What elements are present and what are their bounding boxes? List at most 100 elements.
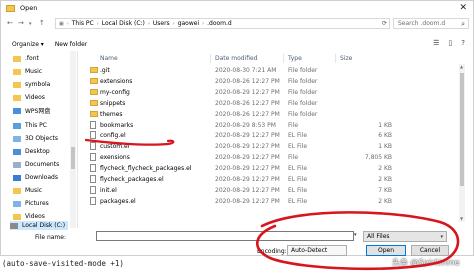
file-name: snippets xyxy=(100,99,126,107)
nav-item[interactable]: 3D Objects xyxy=(13,134,58,143)
file-date-modified: 2020-08-26 12:27 PM xyxy=(215,99,280,107)
chevron-right-icon[interactable]: › xyxy=(67,21,69,27)
chevron-right-icon[interactable]: › xyxy=(173,21,175,27)
open-dialog: Open ✕ ← → ▾ ↑ ▣ › This PC › Local Disk … xyxy=(0,0,474,256)
file-name: extensions xyxy=(100,77,133,85)
view-options-icon[interactable]: ☰ xyxy=(433,39,439,47)
documents-icon xyxy=(13,161,21,168)
search-box[interactable]: Search .doom.d ⌕ xyxy=(393,18,469,29)
nav-item[interactable]: symbola xyxy=(13,80,50,89)
encoding-label: Encoding: xyxy=(257,248,287,255)
column-divider[interactable] xyxy=(335,54,336,63)
organize-button[interactable]: Organize ▾ xyxy=(12,41,44,48)
nav-scrollbar-thumb[interactable] xyxy=(71,147,75,169)
nav-item[interactable]: .font xyxy=(13,54,39,63)
refresh-icon[interactable]: ⟳ xyxy=(382,20,387,27)
file-size: 1 KB xyxy=(378,121,392,129)
search-input[interactable]: Search .doom.d xyxy=(398,20,445,27)
file-type-filter[interactable]: All Files ▾ xyxy=(363,231,447,242)
file-row[interactable]: snippets 2020-08-26 12:27 PM File folder xyxy=(83,98,463,108)
back-arrow-icon[interactable]: ← xyxy=(7,19,13,27)
nav-item[interactable]: This PC xyxy=(13,121,47,130)
cancel-button[interactable]: Cancel xyxy=(411,245,449,256)
nav-item-label: Music xyxy=(25,187,43,194)
folder-icon xyxy=(13,81,21,88)
file-type: EL File xyxy=(288,143,308,151)
file-type: File folder xyxy=(288,67,318,74)
search-icon: ⌕ xyxy=(461,20,465,28)
file-list-scrollbar-thumb[interactable] xyxy=(460,73,464,186)
chevron-down-icon[interactable]: ▾ xyxy=(354,232,357,238)
file-row[interactable]: flycheck_flycheck_packages.el 2020-08-29 … xyxy=(83,163,463,173)
chevron-right-icon[interactable]: › xyxy=(202,21,204,27)
nav-item[interactable]: Documents xyxy=(13,160,59,169)
column-header-type[interactable]: Type xyxy=(288,55,302,62)
nav-item-label: symbola xyxy=(25,81,51,88)
chevron-right-icon[interactable]: › xyxy=(97,21,99,27)
scroll-down-icon[interactable]: ▼ xyxy=(460,216,463,221)
nav-item[interactable]: WPS网盘 xyxy=(13,106,50,115)
preview-pane-icon[interactable]: ▯ xyxy=(448,39,452,47)
breadcrumb-local-disk[interactable]: Local Disk (C:) xyxy=(102,20,145,27)
forward-arrow-icon[interactable]: → xyxy=(18,19,24,27)
dialog-title: Open xyxy=(20,4,38,12)
column-header-size[interactable]: Size xyxy=(340,55,352,62)
column-header-name[interactable]: Name xyxy=(100,55,118,62)
encoding-select[interactable]: Auto-Detect xyxy=(287,245,347,256)
file-row[interactable]: bookmarks 2020-08-29 8:53 PM File 1 KB xyxy=(83,120,463,130)
chevron-right-icon[interactable]: › xyxy=(148,21,150,27)
breadcrumb-gaowei[interactable]: gaowei xyxy=(178,20,199,27)
file-icon xyxy=(90,196,96,205)
file-row[interactable]: .git 2020-08-30 7:21 AM File folder xyxy=(83,65,463,75)
desktop-icon xyxy=(13,148,21,155)
file-size: 6 KB xyxy=(378,132,392,140)
file-row[interactable]: custom.el 2020-08-29 12:27 PM EL File 1 KB xyxy=(83,141,463,151)
file-row[interactable]: extensions 2020-08-26 12:27 PM File folder xyxy=(83,76,463,86)
recent-locations-icon[interactable]: ▾ xyxy=(29,21,32,27)
nav-item[interactable]: Videos xyxy=(13,212,45,221)
nav-item[interactable]: Downloads xyxy=(13,173,58,182)
file-date-modified: 2020-08-29 12:27 PM xyxy=(215,132,280,140)
breadcrumb-doom-d[interactable]: .doom.d xyxy=(207,20,232,27)
file-type: EL File xyxy=(288,197,308,205)
file-name-input[interactable] xyxy=(96,231,354,241)
scroll-up-icon[interactable]: ▲ xyxy=(460,64,463,69)
nav-item[interactable]: Videos xyxy=(13,93,45,102)
file-type: EL File xyxy=(288,132,308,140)
help-icon[interactable]: ? xyxy=(461,39,465,47)
open-button[interactable]: Open xyxy=(366,245,406,256)
close-icon[interactable]: ✕ xyxy=(459,3,467,13)
nav-item[interactable]: Music xyxy=(13,67,42,76)
title-bar[interactable]: Open ✕ xyxy=(1,1,473,15)
column-divider[interactable] xyxy=(210,54,211,63)
column-divider[interactable] xyxy=(283,54,284,63)
address-bar[interactable]: ▣ › This PC › Local Disk (C:) › Users › … xyxy=(55,18,390,29)
nav-item-label: Pictures xyxy=(25,200,49,207)
folder-icon: ▣ xyxy=(59,20,64,27)
nav-item[interactable]: Local Disk (C:) xyxy=(10,221,68,230)
file-size: 2 KB xyxy=(378,197,392,205)
column-header-date[interactable]: Date modified xyxy=(215,55,258,62)
file-row[interactable]: exensions 2020-08-29 12:27 PM File 7,805 KB xyxy=(83,152,463,162)
file-row[interactable]: my-config 2020-08-29 12:27 PM File folder xyxy=(83,87,463,97)
file-row[interactable]: flycheck_packages.el 2020-08-29 12:27 PM E… xyxy=(83,174,463,184)
view-controls: ☰ ▯ ? xyxy=(433,39,465,47)
nav-item[interactable]: Desktop xyxy=(13,147,50,156)
file-row[interactable]: packages.el 2020-08-29 12:27 PM EL File 2 K… xyxy=(83,196,463,206)
breadcrumb-this-pc[interactable]: This PC xyxy=(72,20,94,27)
nav-item-label: Videos xyxy=(25,94,45,101)
watermark: 头条 @Spiritinme xyxy=(392,258,460,267)
nav-item-label: Videos xyxy=(25,213,45,220)
nav-item-label: Downloads xyxy=(25,174,58,181)
breadcrumb-users[interactable]: Users xyxy=(153,20,170,27)
file-row[interactable]: themes 2020-08-26 12:27 PM File folder xyxy=(83,109,463,119)
file-row[interactable]: init.el 2020-08-29 12:27 PM EL File 7 KB xyxy=(83,185,463,195)
file-type: File folder xyxy=(288,110,318,118)
nav-item[interactable]: Music xyxy=(13,186,42,195)
nav-scrollbar[interactable] xyxy=(70,51,76,228)
file-row[interactable]: config.el 2020-08-29 12:27 PM EL File 6 KB xyxy=(83,130,463,140)
up-arrow-icon[interactable]: ↑ xyxy=(39,19,45,27)
new-folder-button[interactable]: New folder xyxy=(55,41,87,48)
nav-item[interactable]: Pictures xyxy=(13,199,49,208)
file-name: my-config xyxy=(100,88,130,96)
